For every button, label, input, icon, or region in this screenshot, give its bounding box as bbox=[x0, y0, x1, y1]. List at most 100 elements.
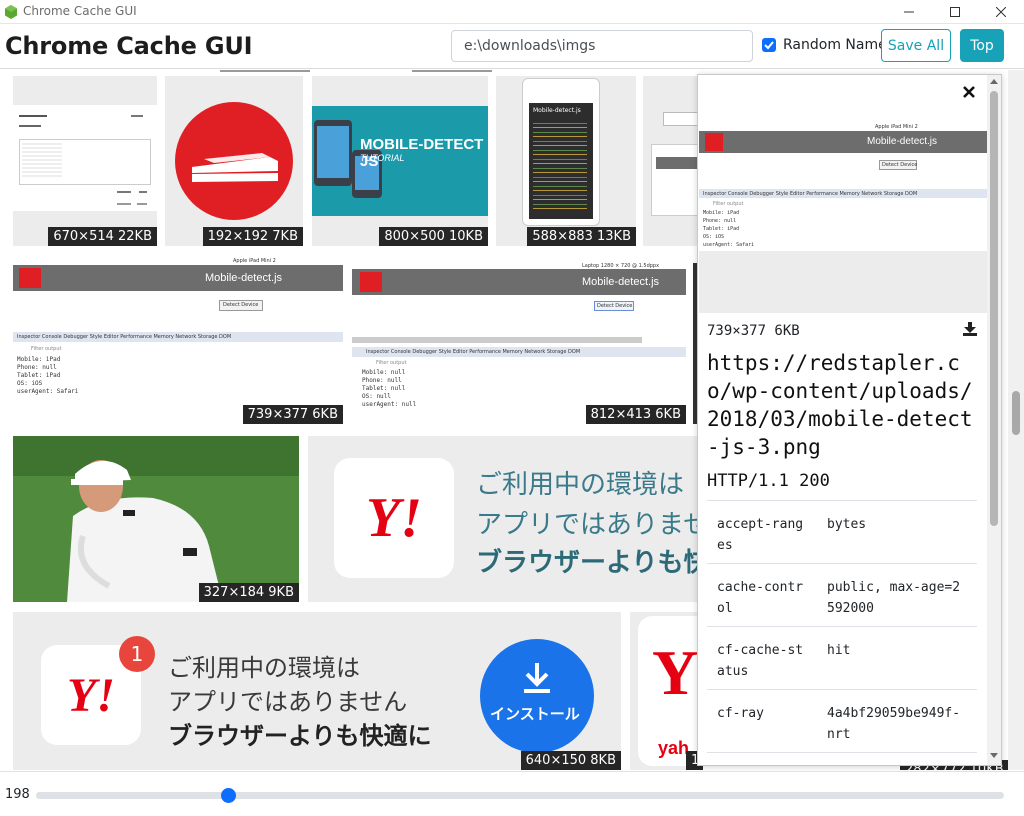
zoom-slider[interactable] bbox=[36, 792, 1004, 799]
detail-preview-image: Apple iPad Mini 2 Mobile-detect.js Detec… bbox=[699, 123, 987, 313]
header-key: cf-ray bbox=[717, 706, 764, 721]
scrollbar-thumb[interactable] bbox=[1012, 391, 1020, 435]
yahoo-logo-text: Y! bbox=[67, 668, 115, 722]
maximize-icon bbox=[950, 7, 960, 17]
detail-url: https://redstapler.co/wp-content/uploads… bbox=[707, 351, 973, 459]
gallery-item[interactable]: MOBILE-DETECT JS TUTORIAL 800×500 10KB bbox=[312, 76, 488, 246]
gallery-item[interactable]: Apple iPad Mini 2 Mobile-detect.js Detec… bbox=[13, 256, 343, 424]
gallery-item[interactable]: 192×192 7KB bbox=[165, 76, 303, 246]
item-size-label: 739×377 6KB bbox=[242, 405, 343, 424]
banner-text-line: ご利用中の環境は bbox=[168, 654, 360, 682]
clipped-row-edge bbox=[412, 70, 492, 72]
item-size-label: 192×192 7KB bbox=[202, 227, 303, 246]
scroll-up-arrow-icon[interactable] bbox=[990, 79, 998, 84]
phone-screenshot: Mobile-detect.js bbox=[522, 78, 600, 226]
gallery-scrollbar[interactable] bbox=[1008, 70, 1024, 770]
banner-text-line: ご利用中の環境は bbox=[476, 470, 685, 500]
zoom-bar: 198 bbox=[0, 771, 1024, 816]
save-all-button[interactable]: Save All bbox=[881, 29, 951, 62]
console-output: Mobile: null Phone: null Tablet: null OS… bbox=[362, 369, 417, 408]
install-label: インストール bbox=[490, 705, 580, 723]
gallery-item[interactable]: Y! ご利用中の環境は アプリではありません ブラウザーよりも快適に bbox=[308, 436, 703, 602]
yahoo-wordmark: yah bbox=[658, 738, 690, 758]
item-size-label: 327×184 9KB bbox=[198, 583, 299, 602]
close-icon bbox=[963, 86, 975, 98]
header-value: hit bbox=[827, 643, 851, 658]
header-value: public, max-age=2592000 bbox=[827, 580, 961, 616]
page-title: Mobile-detect.js bbox=[582, 276, 660, 288]
download-icon[interactable] bbox=[963, 322, 977, 336]
golfer-photo bbox=[13, 436, 299, 602]
yahoo-app-icon: Y! bbox=[334, 458, 454, 578]
close-panel-button[interactable] bbox=[960, 83, 978, 101]
device-title: Apple iPad Mini 2 bbox=[233, 258, 276, 264]
header-row bbox=[707, 752, 977, 762]
zoom-slider-fill bbox=[36, 792, 228, 799]
devtools-tabs: Inspector Console Debugger Style Editor … bbox=[366, 349, 581, 355]
item-size-label: 812×413 6KB bbox=[585, 405, 686, 424]
yahoo-app-icon: Y yah bbox=[638, 616, 703, 766]
gallery-item[interactable]: Y yah 144×144 2KB bbox=[630, 612, 703, 770]
minimize-icon bbox=[904, 11, 914, 13]
response-headers-table: accept-ranges bytes cache-control public… bbox=[707, 500, 977, 762]
app-icon bbox=[5, 5, 17, 19]
code-title: Mobile-detect.js bbox=[533, 107, 581, 114]
detect-button-label: Detect Device bbox=[882, 162, 918, 168]
thumb-browser-screenshot: Laptop 1280 × 720 @ 1.5dppx Mobile-detec… bbox=[352, 263, 686, 424]
thumb-browser-screenshot: Apple iPad Mini 2 Mobile-detect.js Detec… bbox=[13, 256, 343, 424]
filter-placeholder: Filter output bbox=[376, 360, 407, 366]
yahoo-logo-text: Y bbox=[652, 637, 699, 708]
page-title: Mobile-detect.js bbox=[205, 272, 283, 284]
header-key: cf-cache-status bbox=[717, 643, 804, 679]
thumb-document bbox=[13, 105, 157, 211]
banner-text-line: アプリではありません bbox=[476, 510, 703, 540]
gallery-item[interactable]: Y! 1 ご利用中の環境は アプリではありません ブラウザーよりも快適に インス… bbox=[13, 612, 621, 770]
item-size-label: 800×500 10KB bbox=[379, 227, 488, 246]
random-name-checkbox[interactable] bbox=[762, 38, 776, 52]
gallery-item[interactable]: Mobile-detect.js 588×883 13KB bbox=[496, 76, 636, 246]
device-title: Apple iPad Mini 2 bbox=[875, 124, 918, 130]
path-input[interactable] bbox=[451, 30, 753, 62]
maximize-button[interactable] bbox=[932, 0, 978, 24]
detect-button-label: Detect Device bbox=[223, 302, 259, 308]
detect-button-label: Detect Device bbox=[597, 303, 633, 309]
header-row: cf-ray 4a4bf29059be949f-nrt bbox=[707, 689, 977, 752]
stapler-logo-image bbox=[175, 102, 293, 220]
detail-http-status: HTTP/1.1 200 bbox=[707, 471, 830, 491]
gallery-item[interactable]: 327×184 9KB bbox=[13, 436, 299, 602]
close-window-button[interactable] bbox=[978, 0, 1024, 24]
detail-size-info: 739×377 6KB bbox=[707, 323, 800, 339]
checkmark-icon bbox=[764, 41, 774, 50]
app-title: Chrome Cache GUI bbox=[5, 32, 253, 60]
item-size-label: 640×150 8KB bbox=[520, 751, 621, 770]
yahoo-logo-text: Y! bbox=[366, 487, 422, 549]
install-button-image: インストール bbox=[480, 639, 594, 753]
banner-image: MOBILE-DETECT JS TUTORIAL bbox=[312, 106, 488, 216]
panel-scrollbar-thumb[interactable] bbox=[990, 91, 998, 526]
zoom-slider-handle[interactable] bbox=[220, 788, 236, 803]
title-bar: Chrome Cache GUI bbox=[0, 0, 1024, 24]
gallery-item[interactable] bbox=[643, 76, 703, 246]
header: Chrome Cache GUI Random Name Save All To… bbox=[0, 24, 1024, 69]
banner-text-line: ブラウザーよりも快適に bbox=[168, 722, 432, 750]
gallery-item[interactable]: Laptop 1280 × 720 @ 1.5dppx Mobile-detec… bbox=[352, 263, 686, 424]
devtools-tabs: Inspector Console Debugger Style Editor … bbox=[17, 334, 232, 340]
thumb-partial bbox=[651, 144, 703, 216]
random-name-label[interactable]: Random Name bbox=[783, 37, 887, 53]
header-row: cache-control public, max-age=2592000 bbox=[707, 563, 977, 626]
minimize-button[interactable] bbox=[886, 0, 932, 24]
gallery-item[interactable]: 670×514 22KB bbox=[13, 76, 157, 246]
page-title: Mobile-detect.js bbox=[867, 136, 938, 147]
banner-text-line: アプリではありません bbox=[168, 688, 408, 716]
app-window: Chrome Cache GUI Chrome Cache GUI Random… bbox=[0, 0, 1024, 816]
header-key: accept-ranges bbox=[717, 517, 804, 553]
console-output: Mobile: iPad Phone: null Tablet: iPad OS… bbox=[703, 210, 755, 248]
panel-scrollbar[interactable] bbox=[987, 75, 1001, 765]
detail-panel: Apple iPad Mini 2 Mobile-detect.js Detec… bbox=[697, 74, 1002, 766]
scroll-down-arrow-icon[interactable] bbox=[990, 753, 998, 758]
item-size-label: 670×514 22KB bbox=[48, 227, 157, 246]
header-value: bytes bbox=[827, 517, 867, 532]
top-button[interactable]: Top bbox=[960, 29, 1004, 62]
console-output: Mobile: iPad Phone: null Tablet: iPad OS… bbox=[17, 356, 79, 395]
filter-placeholder: Filter output bbox=[713, 201, 744, 207]
